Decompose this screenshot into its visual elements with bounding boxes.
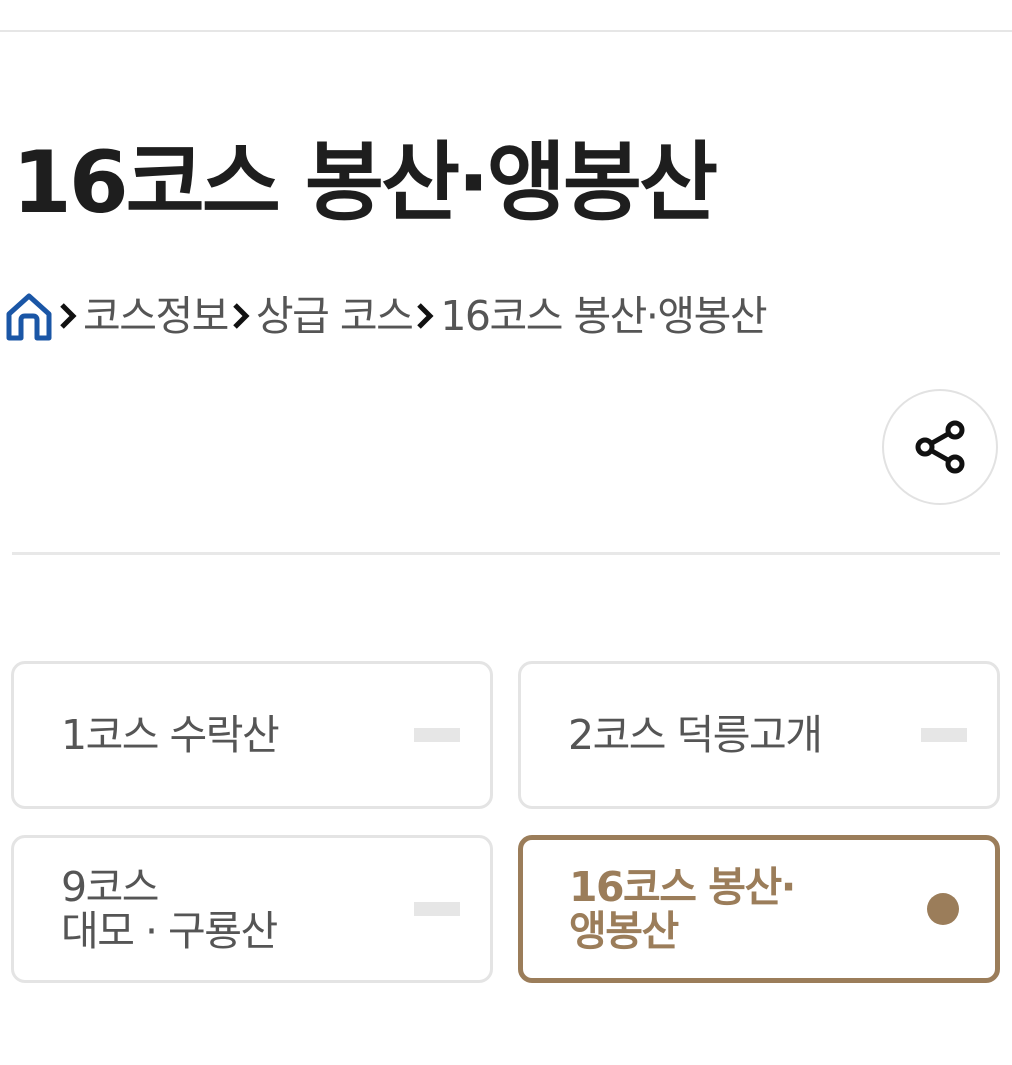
course-card-16-selected[interactable]: 16코스 봉산· 앵봉산 (518, 835, 1000, 983)
top-divider (0, 30, 1012, 32)
home-icon[interactable] (5, 288, 55, 344)
course-label: 9코스 대모 · 구룡산 (61, 863, 278, 955)
chevron-right-icon (57, 288, 79, 344)
share-button[interactable] (882, 389, 998, 505)
page-title: 16코스 봉산·앵봉산 (12, 133, 718, 233)
course-card-9[interactable]: 9코스 대모 · 구룡산 (11, 835, 493, 983)
selected-dot-icon (927, 893, 959, 925)
course-label: 2코스 덕릉고개 (568, 711, 823, 759)
course-label: 16코스 봉산· 앵봉산 (569, 863, 796, 955)
dash-marker-icon (921, 728, 967, 742)
chevron-right-icon (414, 288, 436, 344)
breadcrumb: 코스정보 상급 코스 16코스 봉산·앵봉산 (5, 286, 768, 346)
breadcrumb-current: 16코스 봉산·앵봉산 (440, 292, 767, 340)
chevron-right-icon (230, 288, 252, 344)
dash-marker-icon (414, 728, 460, 742)
section-divider (12, 552, 1000, 555)
course-label: 1코스 수락산 (61, 711, 280, 759)
course-card-1[interactable]: 1코스 수락산 (11, 661, 493, 809)
breadcrumb-advanced-course[interactable]: 상급 코스 (256, 288, 414, 344)
share-icon (915, 420, 965, 474)
dash-marker-icon (414, 902, 460, 916)
breadcrumb-course-info[interactable]: 코스정보 (83, 288, 229, 344)
course-card-2[interactable]: 2코스 덕릉고개 (518, 661, 1000, 809)
